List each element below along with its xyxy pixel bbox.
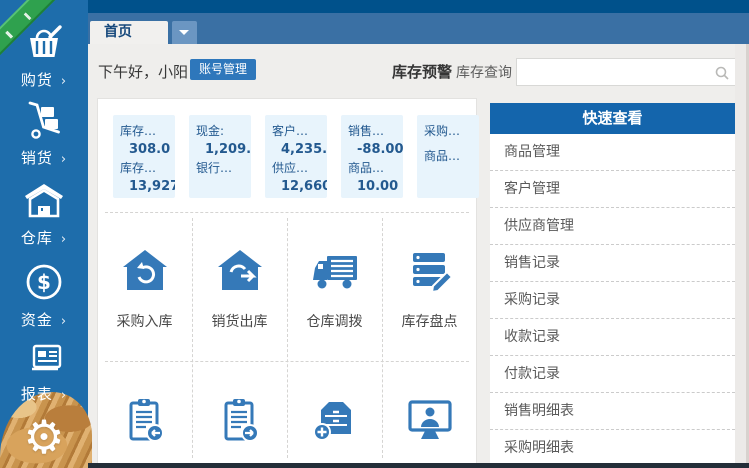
stat-card-customer: 客户… 4,235.4 供应… 12,660 [265,115,327,198]
stat-label: 采购… [424,122,476,141]
right-gutter [735,44,749,468]
quick-view-item-payments[interactable]: 付款记录 [490,356,735,393]
grid-divider [105,212,469,213]
warehouse-icon [22,182,66,220]
stat-value: 308.0 [120,141,172,160]
chevron-right-icon: › [61,152,67,167]
stack-edit-icon [405,248,455,294]
stat-label: 商品… [348,159,400,178]
house-cycle-icon [121,248,169,294]
chevron-right-icon: › [61,232,67,247]
stat-value: 10.00 [348,178,400,197]
stat-card-inventory: 库存… 308.0 库存… 13,927 [113,115,175,198]
chevron-down-icon [179,30,189,40]
action-stock-count[interactable]: 库存盘点 [382,248,477,331]
tab-home[interactable]: 首页 [90,21,168,44]
sidebar-item-label: 仓库 [21,229,53,247]
action-label: 库存盘点 [382,311,477,331]
sidebar-item-warehouse[interactable]: 仓库 › [0,182,88,248]
stat-card-cash: 现金: 1,209.4 银行… [189,115,251,198]
monitor-user-icon [404,396,456,444]
report-icon [23,342,65,376]
action-assembly[interactable]: 组装拆卸 [287,396,382,468]
action-label: 采购入库 [97,311,192,331]
chevron-right-icon: › [61,74,67,89]
sidebar-item-label: 销货 [21,149,53,167]
quick-view-item-suppliers[interactable]: 供应商管理 [490,208,735,245]
quick-view-header: 快速查看 [490,103,735,134]
house-arrow-out-icon [216,248,264,294]
action-goods-manage[interactable]: 商品管理 [382,396,477,468]
quick-view-list: 商品管理 客户管理 供应商管理 销售记录 采购记录 收款记录 付款记录 销售明细… [490,134,735,467]
quick-view-item-sales-records[interactable]: 销售记录 [490,245,735,282]
quick-view-item-goods[interactable]: 商品管理 [490,134,735,171]
action-other-inbound[interactable]: 其他入库 [97,396,192,468]
quick-view-item-purchase-records[interactable]: 采购记录 [490,282,735,319]
sidebar-item-funds[interactable]: $ 资金 › [0,262,88,330]
action-other-outbound[interactable]: 其他出库 [192,396,287,468]
truck-icon [309,248,361,294]
stat-label: 银行… [196,159,248,178]
account-manage-button[interactable]: 账号管理 [190,59,256,80]
window-bottom-edge [88,463,749,468]
stat-label: 库存… [120,122,172,141]
stat-label: 现金: [196,122,248,141]
stat-card-sales: 销售… -88.00 商品… 10.00 [341,115,403,198]
stock-warning-link[interactable]: 库存预警 [392,61,452,82]
action-label: 仓库调拨 [287,311,382,331]
stat-card-purchase: 采购… 商品… [417,115,479,198]
stat-label: 销售… [348,122,400,141]
svg-text:$: $ [37,270,51,294]
chevron-right-icon: › [61,388,67,403]
stock-search-input[interactable] [523,60,711,84]
stat-label: 供应… [272,159,324,178]
sidebar-item-sales[interactable]: 销货 › [0,100,88,168]
quick-view-item-receipts[interactable]: 收款记录 [490,319,735,356]
chevron-right-icon: › [61,314,67,329]
action-warehouse-transfer[interactable]: 仓库调拨 [287,248,382,331]
hand-truck-icon [22,100,66,140]
drawer-plus-icon [309,396,361,444]
action-label: 销货出库 [192,311,287,331]
stat-label: 客户… [272,122,324,141]
stat-value: 12,660 [272,178,324,197]
sidebar-item-reports[interactable]: 报表 › [0,342,88,404]
dollar-circle-icon: $ [24,262,64,302]
settings-gear-icon[interactable]: ⚙ [0,414,88,460]
action-purchase-inbound[interactable]: 采购入库 [97,248,192,331]
sidebar: 购货› 销货› 仓库› $ 资金› 报 [0,0,88,468]
shopping-basket-pencil-icon [22,24,66,62]
stock-query-link[interactable]: 库存查询 [456,62,512,82]
clipboard-arrow-out-icon [216,396,264,444]
window-titlebar [88,0,749,13]
quick-view-item-customers[interactable]: 客户管理 [490,171,735,208]
greeting-text: 下午好，小阳 [98,61,188,82]
sidebar-item-label: 资金 [21,311,53,329]
stock-search-box [516,58,737,86]
stat-label: 商品… [424,147,476,166]
stat-label: 库存… [120,159,172,178]
quick-view-item-purchase-detail[interactable]: 采购明细表 [490,430,735,467]
stat-value: 13,927 [120,178,172,197]
sidebar-item-label: 报表 [21,385,53,403]
stat-value: 1,209.4 [196,141,248,160]
sidebar-item-label: 购货 [21,71,53,89]
stat-value: -88.00 [348,141,400,160]
tab-dropdown-button[interactable] [172,21,197,44]
action-sales-outbound[interactable]: 销货出库 [192,248,287,331]
quick-view-item-sales-detail[interactable]: 销售明细表 [490,393,735,430]
stat-value: 4,235.4 [272,141,324,160]
search-icon[interactable] [715,66,729,80]
clipboard-arrow-in-icon [121,396,169,444]
